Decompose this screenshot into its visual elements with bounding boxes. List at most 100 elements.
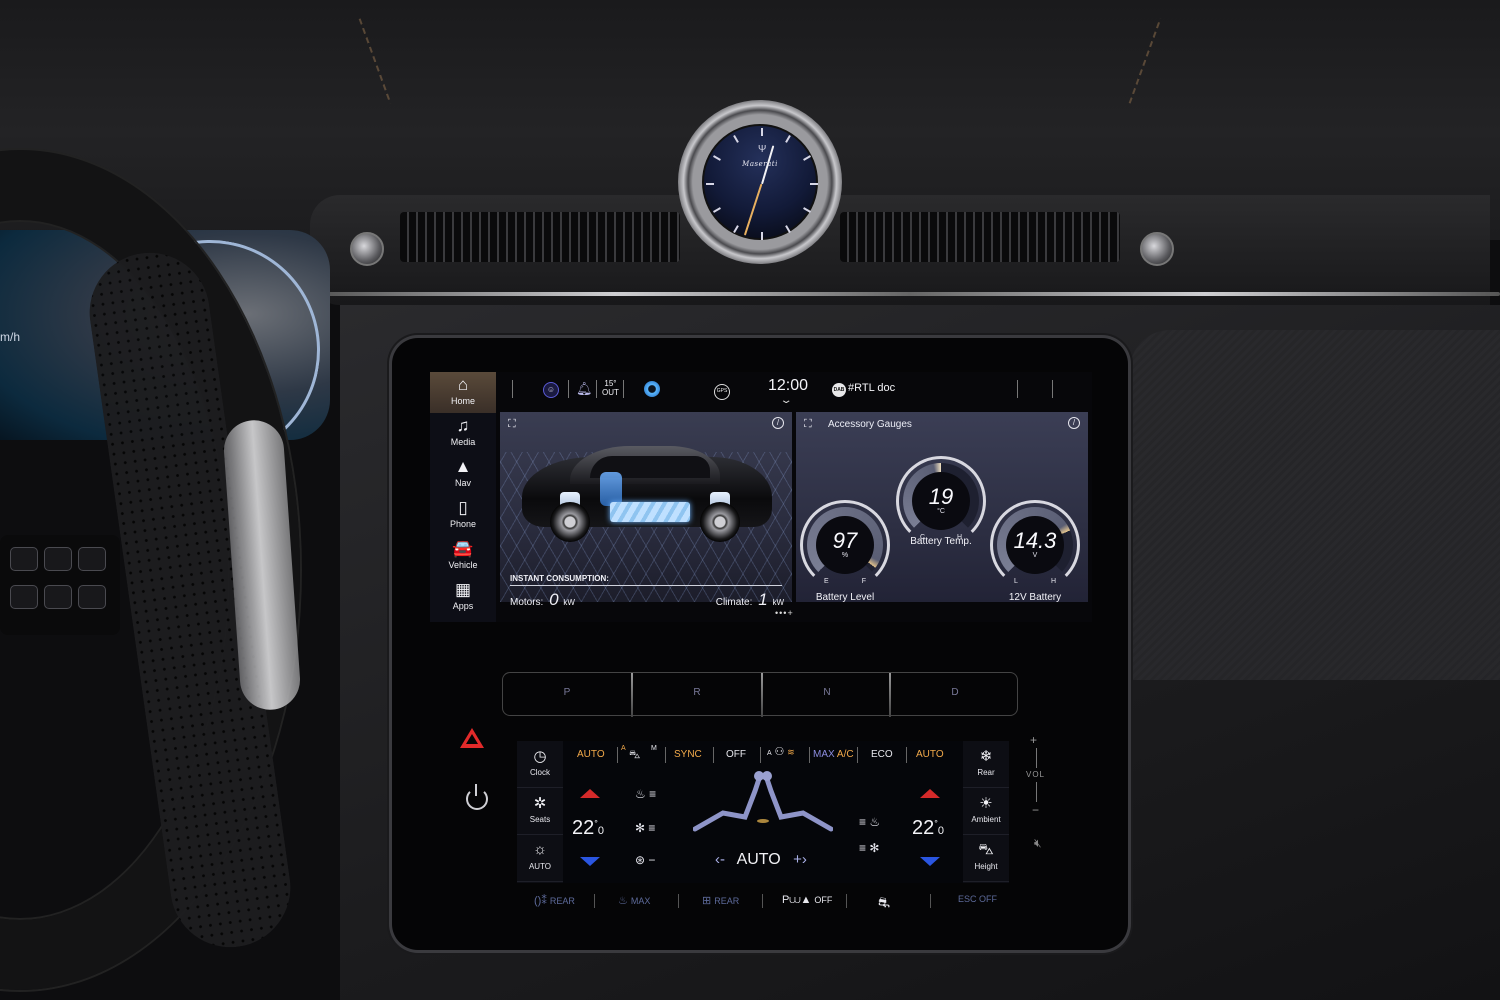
wheel-button[interactable]: [10, 547, 38, 571]
wheel-button[interactable]: [78, 547, 106, 571]
wheel-button[interactable]: [44, 547, 72, 571]
driver-temp-down-button[interactable]: [580, 857, 600, 866]
driver-profile-icon[interactable]: ☺: [543, 381, 559, 398]
sync-button[interactable]: SYNC: [674, 749, 702, 760]
sidebar-item-apps[interactable]: ▦ Apps: [430, 577, 496, 618]
gear-drive-button[interactable]: D: [891, 687, 1019, 698]
motors-unit: kW: [563, 598, 575, 607]
gauge-12v-battery: 14.3 V L H 12V Battery: [990, 500, 1080, 603]
voice-assistant-icon[interactable]: [644, 381, 660, 400]
front-defrost-button[interactable]: ♨ MAX: [618, 894, 650, 907]
climate-height-button[interactable]: ⛍ Height: [963, 835, 1009, 882]
climate-seats-button[interactable]: ✲ Seats: [517, 788, 563, 835]
climate-auto-left-button[interactable]: AUTO: [577, 749, 605, 760]
side-label: Height: [974, 862, 998, 871]
rear-fog-light-button[interactable]: ()⁑ REAR: [534, 894, 575, 907]
driver-seat-vent-button[interactable]: ✻ ≡: [635, 821, 655, 835]
gauge-battery-temp: 19 °C C H Battery Temp.: [896, 456, 986, 547]
gear-selector: P R N D: [502, 672, 1019, 717]
eco-button[interactable]: ECO: [871, 749, 893, 760]
divider: [596, 380, 597, 398]
power-icon: [475, 784, 477, 796]
gauge-unit: V: [1032, 552, 1038, 559]
hazard-button[interactable]: [460, 728, 484, 748]
chevron-down-icon[interactable]: ⌄: [779, 395, 792, 406]
sidebar-item-media[interactable]: ♫ Media: [430, 413, 496, 454]
driver-temp-up-button[interactable]: [580, 789, 600, 798]
passenger-seat-vent-button[interactable]: ≡ ✻: [859, 841, 879, 855]
climate-auto-right-button[interactable]: AUTO: [916, 749, 944, 760]
fan-decrease-button[interactable]: ‹-: [715, 851, 725, 868]
gear-neutral-button[interactable]: N: [763, 687, 891, 698]
expand-icon[interactable]: ⛶: [508, 418, 516, 431]
climate-right-sidebar: ❄ Rear ☀ Ambient ⛍ Height: [963, 741, 1009, 883]
seat-heat-icon: ✲: [533, 795, 547, 812]
volume-slider-upper[interactable]: [1036, 748, 1037, 768]
gauge-name: Battery Level: [815, 592, 875, 603]
sidebar-item-nav[interactable]: ▲ Nav: [430, 454, 496, 495]
volume-slider-lower[interactable]: [1036, 782, 1037, 802]
gps-icon[interactable]: GPS: [714, 381, 730, 400]
air-vent-right[interactable]: [840, 212, 1120, 262]
driver-figure: [693, 776, 762, 832]
motors-consumption: Motors: 0 kW: [510, 590, 575, 610]
steering-heat-button[interactable]: ⊛ −: [635, 853, 655, 867]
volume-down-button[interactable]: −: [1032, 803, 1039, 817]
clock-time[interactable]: 12:00: [768, 377, 808, 395]
rear-climate-icon: ❄: [979, 748, 993, 765]
sidebar-item-vehicle[interactable]: 🚘 Vehicle: [430, 536, 496, 577]
passenger-temp-down-button[interactable]: [920, 857, 940, 866]
gear-reverse-button[interactable]: R: [633, 687, 761, 698]
recirc-manual-label: M: [651, 745, 657, 752]
divider: [1052, 380, 1053, 398]
sidebar-item-home[interactable]: ⌂ Home: [430, 372, 496, 413]
page-indicator[interactable]: •••+: [775, 608, 794, 618]
volume-up-button[interactable]: +: [1030, 733, 1037, 747]
climate-ambient-button[interactable]: ☀ Ambient: [963, 788, 1009, 835]
climate-brightness-auto-button[interactable]: ☼ AUTO: [517, 835, 563, 882]
fan-increase-button[interactable]: +›: [793, 851, 807, 868]
gear-park-button[interactable]: P: [503, 687, 631, 698]
navigation-arrow-icon: ▲: [454, 457, 472, 476]
radio-station[interactable]: #RTL doc: [848, 382, 895, 394]
outside-temp-value: 15°: [604, 379, 617, 388]
climate-off-button[interactable]: OFF: [726, 749, 746, 760]
climate-rear-button[interactable]: ❄ Rear: [963, 741, 1009, 788]
mute-icon[interactable]: 🔇︎: [1034, 836, 1042, 851]
edit-icon[interactable]: /: [1068, 417, 1080, 429]
passenger-seat-heat-button[interactable]: ≡ ♨: [859, 815, 880, 829]
passenger-temp-up-button[interactable]: [920, 789, 940, 798]
wheel-button[interactable]: [78, 585, 106, 609]
park-assist-button[interactable]: P⩊▲ OFF: [782, 894, 832, 907]
fan-mode-label[interactable]: AUTO: [737, 851, 781, 868]
sidebar-item-phone[interactable]: ▯ Phone: [430, 495, 496, 536]
fan-speed-control: ‹- AUTO +›: [707, 851, 815, 869]
vent-knob-left[interactable]: [350, 232, 384, 266]
climate-clock-button[interactable]: ◷ Clock: [517, 741, 563, 788]
rear-defrost-button[interactable]: ⊞ REAR: [702, 894, 739, 907]
edit-icon[interactable]: /: [772, 417, 784, 429]
max-ac-button[interactable]: MAX A/C: [813, 749, 854, 760]
power-button[interactable]: [466, 788, 488, 810]
expand-icon[interactable]: ⛶: [804, 418, 812, 431]
air-vent-left[interactable]: [400, 212, 680, 262]
control-label: MAX: [630, 896, 651, 906]
energy-flow-widget[interactable]: ⛶ / INSTANT CONSUMPTION: Motors: 0 kW Cl…: [500, 412, 792, 609]
wheel-button[interactable]: [10, 585, 38, 609]
front-wheel: [550, 502, 590, 542]
divider: [846, 894, 847, 908]
temp-decimal: 0: [937, 825, 944, 837]
accessory-gauges-widget[interactable]: ⛶ Accessory Gauges / 97 % E F Battery Le…: [796, 412, 1088, 603]
bell-icon[interactable]: 🔔︎: [576, 381, 593, 397]
airflow-mode-button[interactable]: A ⚇ ≋: [767, 745, 795, 758]
apps-grid-icon: ▦: [454, 580, 472, 599]
recirculation-button[interactable]: A ⛍ M: [621, 745, 661, 763]
driver-seat-heat-button[interactable]: ♨ ≡: [635, 787, 656, 801]
trident-logo-icon: Ψ: [758, 144, 767, 155]
vent-knob-right[interactable]: [1140, 232, 1174, 266]
esc-off-button[interactable]: ESC OFF: [958, 894, 997, 904]
drive-mode-button[interactable]: ⛐: [878, 894, 893, 913]
gauge-unit: °C: [937, 508, 945, 515]
wheel-button[interactable]: [44, 585, 72, 609]
ac-label: A/C: [836, 749, 854, 760]
